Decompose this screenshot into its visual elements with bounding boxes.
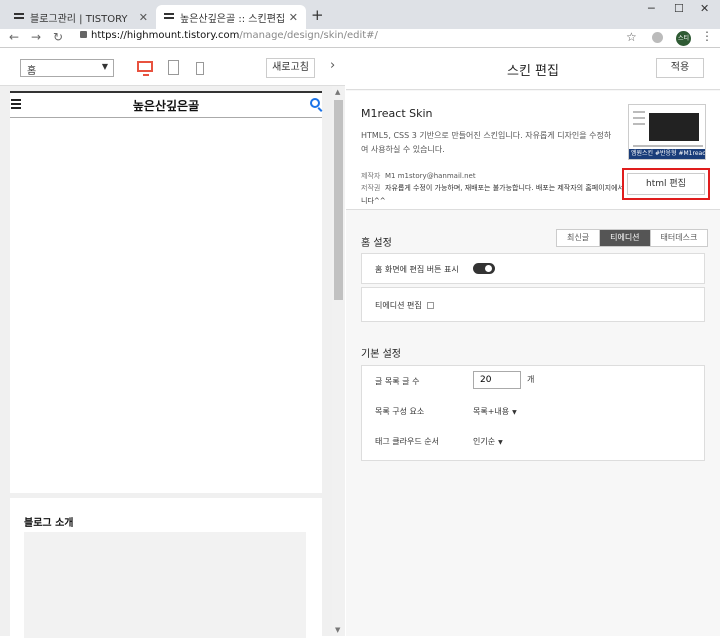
external-link-icon [426, 302, 434, 309]
tag-cloud-label: 태그 클라우드 순서 [375, 437, 439, 446]
tab-skin-edit[interactable]: 높은산깊은골 :: 스킨편집 ✕ [156, 5, 306, 29]
chevron-down-icon: ▼ [101, 62, 108, 71]
desktop-view-icon[interactable] [137, 61, 153, 76]
tag-cloud-dropdown[interactable]: 인기순 ▼ [473, 436, 503, 447]
tab-latest-posts[interactable]: 최신글 [557, 230, 601, 246]
tab-title: 높은산깊은골 :: 스킨편집 [180, 13, 286, 25]
skin-editor-panel: 스킨 편집 적용 M1react Skin HTML5, CSS 3 기반으로 … [346, 48, 720, 636]
tedition-edit-row[interactable]: 티에디션 편집 [361, 287, 705, 322]
lock-icon [80, 31, 87, 38]
preview-scrollbar[interactable]: ▲ ▼ [332, 86, 345, 636]
minimize-icon[interactable]: ─ [648, 2, 655, 15]
rights-text: 자유롭게 수정이 가능하며, 재배포는 불가능합니다. 배포는 제작자의 홈페이… [361, 184, 640, 205]
edit-button-label: 홈 화면에 편집 버튼 표시 [375, 265, 459, 274]
widget-body [24, 532, 306, 638]
tab-close-icon[interactable]: ✕ [289, 11, 298, 24]
browser-menu-icon[interactable]: ⋮ [701, 29, 713, 43]
post-count-unit: 개 [527, 375, 535, 384]
tab-title: 블로그관리 | TISTORY [30, 13, 128, 25]
tab-tatter-desk[interactable]: 태터데스크 [650, 230, 708, 246]
blog-title[interactable]: 높은산깊은골 [10, 97, 322, 114]
skin-thumbnail: 엠원스킨 #반응형 #M1react [628, 104, 706, 160]
chevron-down-icon: ▼ [498, 439, 503, 446]
skin-thumbnail-label: 엠원스킨 #반응형 #M1react [629, 149, 706, 159]
tedition-edit-link[interactable]: 티에디션 편집 [375, 300, 434, 311]
rights-key: 저작권 [361, 184, 381, 192]
tab-tedition[interactable]: 티에디션 [600, 230, 651, 246]
list-component-label: 목록 구성 요소 [375, 407, 425, 416]
search-icon[interactable] [310, 98, 320, 108]
post-count-input[interactable] [473, 371, 521, 389]
scroll-down-icon[interactable]: ▼ [335, 626, 340, 634]
post-count-label: 글 목록 글 수 [375, 377, 420, 386]
tablet-view-icon[interactable] [168, 60, 179, 75]
bookmark-star-icon[interactable]: ☆ [626, 30, 637, 44]
list-component-dropdown[interactable]: 목록+내용 ▼ [473, 406, 517, 417]
extension-globe-icon[interactable] [652, 32, 663, 43]
home-type-tabs: 최신글 티에디션 태터데스크 [556, 229, 709, 247]
edit-button-setting-row: 홈 화면에 편집 버튼 표시 [361, 253, 705, 284]
preview-toolbar: 홈 ▼ 새로고침 › [0, 48, 345, 86]
address-bar: ← → ↻ https://highmount.tistory.com/mana… [0, 29, 720, 48]
tab-blog-admin[interactable]: 블로그관리 | TISTORY ✕ [6, 5, 156, 29]
basic-settings-title: 기본 설정 [361, 349, 401, 360]
blog-content-area [10, 118, 322, 493]
blog-header: 높은산깊은골 [10, 91, 322, 118]
html-edit-highlight: html 편집 [622, 168, 710, 200]
author-email: m1story@hanmail.net [397, 172, 476, 180]
back-icon[interactable]: ← [9, 30, 19, 44]
skin-description: HTML5, CSS 3 기반으로 만들어진 스킨입니다. 자유롭게 디자인을 … [361, 131, 612, 154]
scrollbar-thumb[interactable] [334, 100, 343, 300]
widget-title: 블로그 소개 [24, 518, 74, 529]
author-name: M1 [385, 172, 396, 180]
basic-settings-panel: 글 목록 글 수 개 목록 구성 요소 목록+내용▼ 태그 클라우드 순서 인기… [361, 365, 705, 461]
scroll-up-icon[interactable]: ▲ [335, 88, 340, 96]
maximize-icon[interactable]: ☐ [674, 2, 684, 15]
tistory-favicon-icon [14, 12, 24, 22]
skin-name: M1react Skin [361, 107, 433, 120]
skin-rights: 저작권 자유롭게 수정이 가능하며, 재배포는 불가능합니다. 배포는 제작자의 … [361, 182, 643, 208]
url-field[interactable]: https://highmount.tistory.com/manage/des… [80, 30, 378, 41]
tistory-favicon-icon [164, 12, 174, 22]
blog-preview: 높은산깊은골 블로그 소개 [0, 86, 332, 638]
browser-tab-bar: 블로그관리 | TISTORY ✕ 높은산깊은골 :: 스킨편집 ✕ + ─ ☐… [0, 0, 720, 29]
edit-button-toggle[interactable] [473, 263, 495, 274]
page-select-value: 홈 [27, 66, 37, 77]
html-edit-button[interactable]: html 편집 [627, 173, 705, 195]
chevron-down-icon: ▼ [512, 409, 517, 416]
profile-avatar[interactable]: 스티 [676, 31, 691, 46]
forward-icon[interactable]: → [31, 30, 41, 44]
new-tab-button[interactable]: + [311, 6, 324, 24]
url-host: https://highmount.tistory.com [91, 30, 240, 41]
url-path: /manage/design/skin/edit#/ [239, 30, 378, 41]
refresh-button[interactable]: 새로고침 [266, 58, 315, 78]
editor-header: 스킨 편집 적용 [346, 48, 720, 90]
tab-close-icon[interactable]: ✕ [139, 11, 148, 24]
page-select[interactable]: 홈 ▼ [20, 59, 114, 77]
apply-button[interactable]: 적용 [656, 58, 704, 78]
home-settings-title: 홈 설정 [361, 238, 392, 249]
close-window-icon[interactable]: ✕ [700, 2, 709, 15]
preview-pane: 홈 ▼ 새로고침 › 높은산깊은골 블로그 소개 ▲ ▼ [0, 48, 345, 638]
mobile-view-icon[interactable] [196, 62, 204, 75]
reload-icon[interactable]: ↻ [53, 30, 63, 44]
blog-intro-widget: 블로그 소개 [10, 498, 322, 638]
collapse-panel-icon[interactable]: › [330, 58, 335, 73]
